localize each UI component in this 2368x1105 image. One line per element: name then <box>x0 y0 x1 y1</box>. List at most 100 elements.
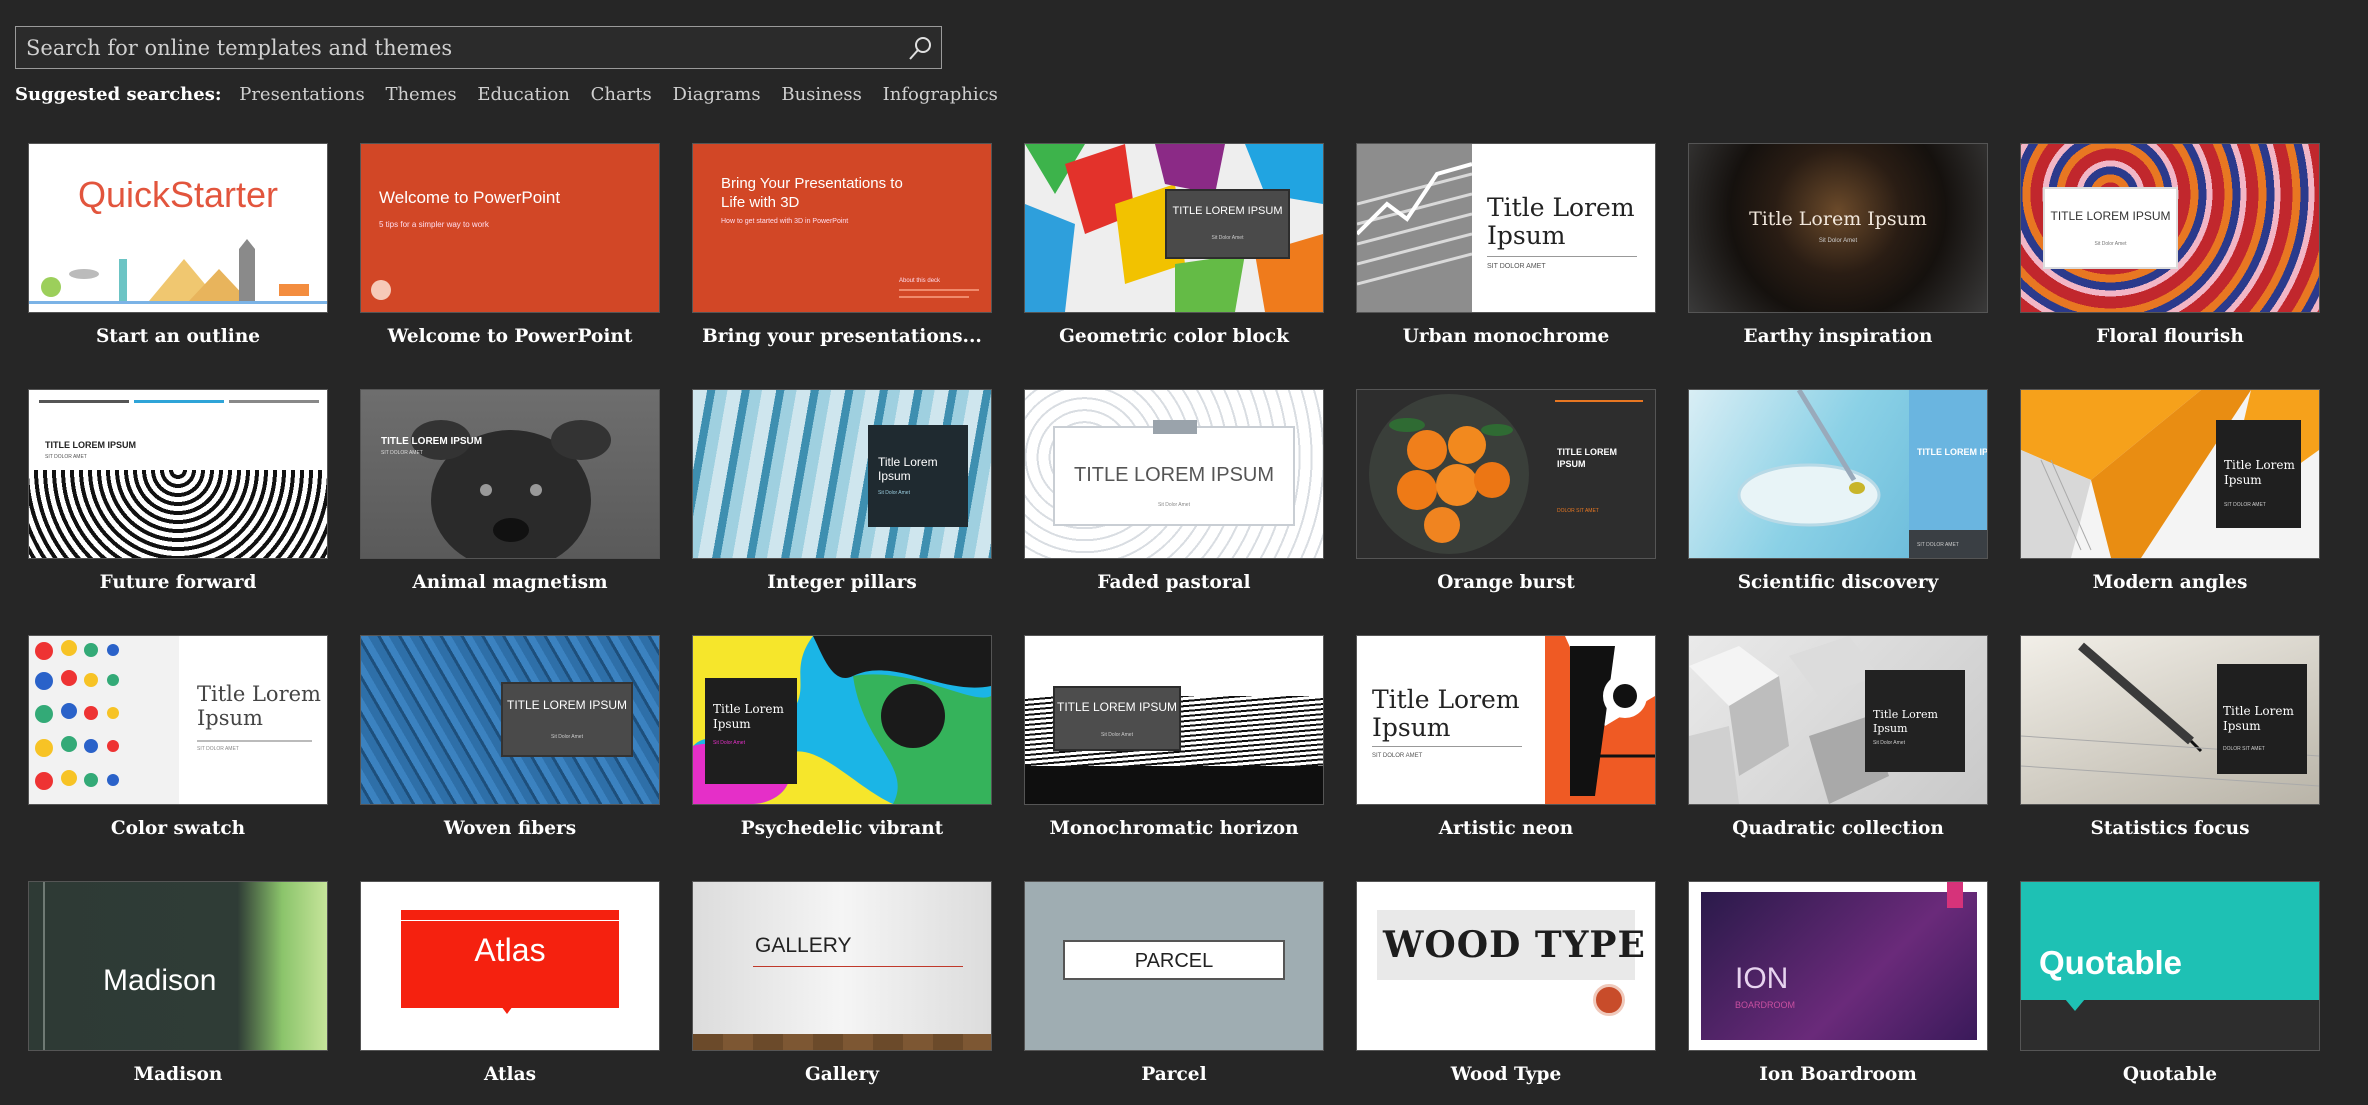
thumb-pointer <box>2065 999 2085 1011</box>
landmarks-illustration <box>29 239 327 304</box>
thumb-title: Title Lorem Ipsum <box>1749 208 1927 230</box>
thumb-title: Title Lorem Ipsum <box>1873 708 1938 735</box>
template-name: Orange burst <box>1437 572 1575 593</box>
thumb-subtitle: Sit Dolor Amet <box>1818 238 1858 244</box>
thumb-title: QuickStarter <box>77 174 279 215</box>
template-name: Geometric color block <box>1059 326 1289 347</box>
template-name: Psychedelic vibrant <box>740 818 944 839</box>
powerpoint-logo-icon <box>371 280 391 300</box>
thumb-ground <box>1025 766 1323 804</box>
thumb-title: Title Lorem Ipsum <box>197 682 321 730</box>
thumb-title: Title Lorem Ipsum <box>2224 458 2295 487</box>
template-thumbnail: Title Lorem Ipsum Sit Dolor Amet <box>1688 635 1988 805</box>
thumb-title-box: TITLE LOREM IPSUM Sit Dolor Amet <box>1053 686 1181 751</box>
template-thumbnail: TITLE LOREM IPSUM Sit Dolor Amet <box>1024 143 1324 313</box>
thumb-rule <box>1372 746 1522 747</box>
thumb-bar <box>39 400 129 403</box>
thumb-title: TITLE LOREM IPSUM <box>1056 700 1178 714</box>
template-name: Urban monochrome <box>1402 326 1610 347</box>
suggested-link-diagrams[interactable]: Diagrams <box>673 84 761 105</box>
template-thumbnail: Bring Your Presentations to Life with 3D… <box>692 143 992 313</box>
template-name: Animal magnetism <box>412 572 608 593</box>
template-name: Bring your presentations... <box>702 326 982 347</box>
thumb-title: Bring Your Presentations to Life with 3D <box>721 175 903 211</box>
template-thumbnail: TITLE LOREM IPSUM SIT DOLOR AMET <box>360 389 660 559</box>
thumb-subtitle: SIT DOLOR AMET <box>197 746 239 752</box>
thumb-title-box <box>2021 882 2319 1000</box>
thumb-title-box: Title Lorem Ipsum DOLOR SIT AMET <box>2217 664 2307 774</box>
thumb-title-box: Title Lorem Ipsum SIT DOLOR AMET <box>2216 420 2301 528</box>
suggested-link-education[interactable]: Education <box>477 84 570 105</box>
suggested-link-infographics[interactable]: Infographics <box>883 84 998 105</box>
template-name: Gallery <box>804 1064 880 1085</box>
template-thumbnail: Atlas <box>360 881 660 1051</box>
template-thumbnail: Welcome to PowerPoint 5 tips for a simpl… <box>360 143 660 313</box>
thumb-subtitle: Sit Dolor Amet <box>1101 732 1133 738</box>
thumb-title: Title Lorem Ipsum <box>878 455 938 483</box>
thumb-title: TITLE LOREM IPSUM <box>2050 209 2171 223</box>
search-icon[interactable] <box>905 33 935 63</box>
suggested-link-presentations[interactable]: Presentations <box>239 84 364 105</box>
wood-floor <box>693 1034 991 1050</box>
template-name: Quotable <box>2122 1064 2218 1085</box>
thumb-subtitle: Sit Dolor Amet <box>1158 502 1190 508</box>
thumb-subtitle: SIT DOLOR AMET <box>45 454 87 460</box>
thumb-subtitle: Sit Dolor Amet <box>713 740 745 746</box>
thumb-title: Atlas <box>474 932 546 968</box>
thumb-title: ION <box>1735 962 1789 995</box>
template-name: Earthy inspiration <box>1743 326 1933 347</box>
thumb-subtitle: BOARDROOM <box>1735 1000 1796 1010</box>
template-thumbnail: Title Lorem Ipsum Sit Dolor Amet <box>692 635 992 805</box>
template-name: Statistics focus <box>2090 818 2250 839</box>
template-name: Floral flourish <box>2096 326 2244 347</box>
thumb-title: WOOD TYPE <box>1383 924 1646 966</box>
thumb-title: TITLE LOREM IPSUM <box>506 698 628 712</box>
template-thumbnail: PARCEL <box>1024 881 1324 1051</box>
thumb-title: TITLE LOREM IPSUM <box>45 440 136 450</box>
template-thumbnail: TITLE LOREM IPSUM Sit Dolor Amet <box>1024 635 1324 805</box>
thumb-subtitle: DOLOR SIT AMET <box>1557 508 1599 514</box>
thumb-bar <box>229 400 319 403</box>
thumb-title-box: TITLE LOREM IPSUM Sit Dolor Amet <box>1165 189 1290 259</box>
thumb-subtitle: Sit Dolor Amet <box>551 734 583 740</box>
search-input[interactable] <box>16 27 906 68</box>
thumb-title-box: Title Lorem Ipsum Sit Dolor Amet <box>1865 670 1965 772</box>
oranges-photo <box>1369 394 1529 554</box>
template-thumbnail: Title Lorem Ipsum Sit Dolor Amet <box>1688 143 1988 313</box>
thumb-rule <box>197 740 312 742</box>
thumb-title: TITLE LOREM IPSUM <box>1557 447 1617 469</box>
thumb-subtitle: DOLOR SIT AMET <box>2223 746 2265 752</box>
template-thumbnail: TITLE LOREM IPSUM SIT DOLOR AMET <box>1688 389 1988 559</box>
template-name: Ion Boardroom <box>1759 1064 1917 1085</box>
thumb-title: Quotable <box>2039 944 2183 981</box>
stairs-photo <box>1357 144 1472 312</box>
thumb-tab <box>1153 420 1197 434</box>
lab-photo <box>1737 390 1881 527</box>
thumb-title: TITLE LOREM IPSUM <box>381 436 483 447</box>
thumb-line <box>899 296 969 298</box>
thumb-title: Title Lorem Ipsum <box>1487 193 1635 250</box>
suggested-link-themes[interactable]: Themes <box>385 84 456 105</box>
thumb-title-box: TITLE LOREM IPSUM Sit Dolor Amet <box>501 682 633 757</box>
template-thumbnail: ION BOARDROOM <box>1688 881 1988 1051</box>
suggested-link-business[interactable]: Business <box>781 84 862 105</box>
template-thumbnail: TITLE LOREM IPSUM Sit Dolor Amet <box>360 635 660 805</box>
template-thumbnail: Title Lorem Ipsum SIT DOLOR AMET <box>1356 635 1656 805</box>
suggested-link-charts[interactable]: Charts <box>591 84 652 105</box>
thumb-subtitle: Sit Dolor Amet <box>1211 235 1244 241</box>
template-thumbnail: TITLE LOREM IPSUM Sit Dolor Amet <box>1024 389 1324 559</box>
suggested-searches: Suggested searches: Presentations Themes… <box>15 84 1013 105</box>
template-thumbnail: QuickStarter <box>28 143 328 313</box>
thumb-subtitle: SIT DOLOR AMET <box>1917 542 1959 548</box>
thumb-pointer <box>501 1006 513 1014</box>
thumb-note: About this deck <box>899 278 941 284</box>
thumb-rule <box>753 966 963 967</box>
search-box[interactable] <box>15 26 942 69</box>
thumb-subtitle: SIT DOLOR AMET <box>1487 263 1546 270</box>
template-name: Modern angles <box>2092 572 2248 593</box>
thumb-tag <box>1947 882 1963 908</box>
thumb-rule <box>1487 256 1637 257</box>
thumb-stamp <box>1593 984 1625 1016</box>
template-name: Artistic neon <box>1438 818 1574 839</box>
template-name: Parcel <box>1141 1064 1207 1085</box>
